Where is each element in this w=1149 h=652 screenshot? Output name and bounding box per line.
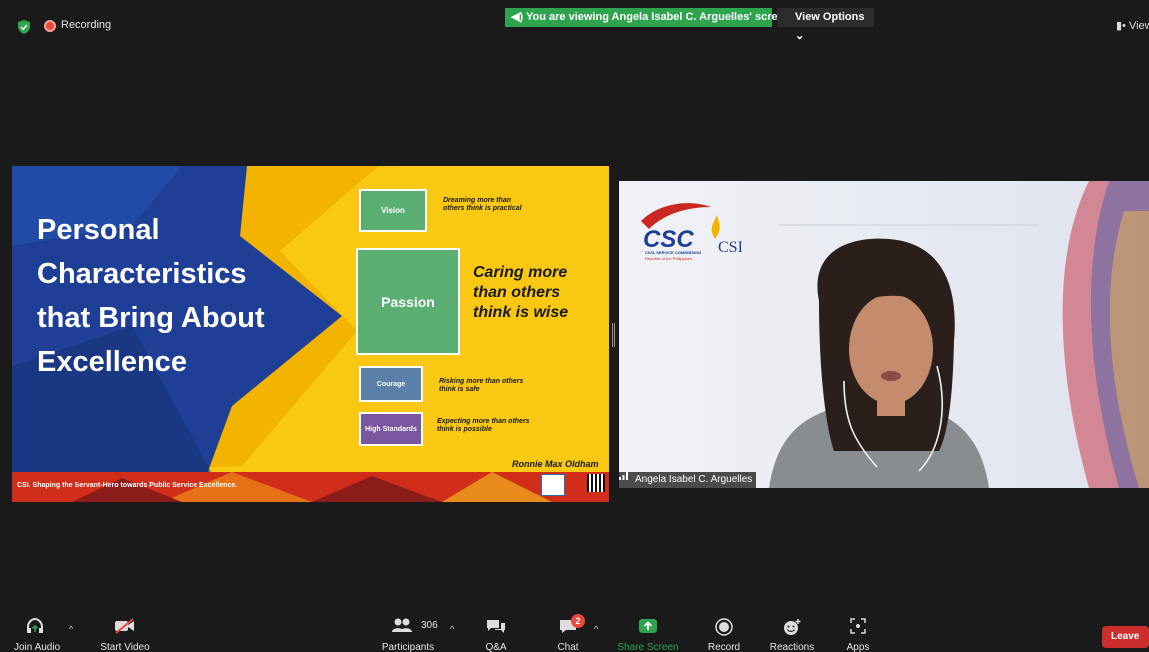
participants-button[interactable]: Participants [376,612,440,652]
share-screen-icon [639,619,657,633]
chat-unread-badge: 2 [571,614,585,628]
quote-author: Ronnie Max Oldham [512,459,599,469]
shield-icon[interactable] [18,20,30,34]
participants-label: Participants [381,642,435,652]
csc-logo-subtitle: CIVIL SERVICE COMMISSION [645,250,702,255]
video-off-icon [115,618,134,634]
csi-logo-label: CSI [718,239,743,256]
join-audio-label: Join Audio [14,642,61,652]
view-icon: ▮• [1116,20,1126,32]
meeting-toolbar: Join Audio ^ Start Video Participants 30… [0,612,1149,652]
high-standards-box: High Standards [359,412,423,446]
start-video-button[interactable]: Start Video [90,612,160,652]
view-button[interactable]: ▮• View [1116,19,1149,32]
apps-button[interactable]: Apps [838,612,878,652]
recording-label[interactable]: Recording [61,19,111,31]
start-video-label: Start Video [100,642,150,652]
csc-logo: CSC [643,226,694,253]
participant-video[interactable]: CSC CIVIL SERVICE COMMISSION Republic of… [619,181,1149,488]
participants-options-chevron-icon[interactable]: ^ [450,624,454,634]
high-standards-quote: Expecting more than others think is poss… [437,418,530,433]
signal-strength-icon [619,472,628,480]
apps-icon [850,618,866,634]
view-options-label: View Options [795,11,865,23]
courage-quote: Risking more than others think is safe [439,378,524,393]
slide-footer-text: CSI. Shaping the Servant-Hero towards Pu… [17,482,238,489]
reactions-label: Reactions [769,642,815,652]
chat-options-chevron-icon[interactable]: ^ [594,624,598,634]
split-view-drag-handle[interactable] [612,323,615,347]
vision-box: Vision [359,189,427,232]
audio-options-chevron-icon[interactable]: ^ [69,624,73,634]
reactions-icon [784,619,801,635]
record-button[interactable]: Record [702,612,746,652]
participant-name: Angela Isabel C. Arguelles [635,474,753,485]
recording-icon [44,20,56,32]
share-screen-label: Share Screen [617,642,679,652]
apps-label: Apps [846,642,870,652]
headphones-icon [27,618,44,633]
record-icon [715,618,733,636]
participant-name-tag: Angela Isabel C. Arguelles [619,472,757,488]
passion-box: Passion [356,248,460,355]
qr-code-icon [587,474,605,492]
video-frame: CSC [619,181,1149,488]
qa-icon [487,620,505,633]
courage-box: Courage [359,366,423,402]
view-button-label: View [1128,20,1149,32]
qa-button[interactable]: Q&A [476,612,516,652]
participants-count: 306 [421,620,438,631]
chevron-down-icon: ⌄ [795,30,805,42]
viewing-banner-text: You are viewing Angela Isabel C. Arguell… [525,11,791,23]
speaker-icon: ◀) [511,11,526,23]
record-label: Record [707,642,741,652]
view-options-button[interactable]: View Options ⌄ [777,8,874,42]
reactions-button[interactable]: Reactions [764,612,820,652]
vision-quote: Dreaming more than others think is pract… [443,197,522,212]
shared-screen-slide: Personal Characteristics that Bring Abou… [12,166,609,502]
viewing-banner: ◀) You are viewing Angela Isabel C. Argu… [505,8,790,27]
slide-title: Personal Characteristics that Bring Abou… [37,214,265,378]
qa-label: Q&A [485,642,507,652]
certification-badge [541,474,565,496]
meeting-top-bar: Recording ◀) You are viewing Angela Isab… [0,8,1149,42]
participants-icon [391,618,412,632]
passion-quote: Caring more than others think is wise [473,264,569,321]
csc-logo-country: Republic of the Philippines [645,256,693,261]
chat-label: Chat [557,642,579,652]
share-screen-button[interactable]: Share Screen [614,612,682,652]
leave-button[interactable]: Leave [1102,626,1149,648]
